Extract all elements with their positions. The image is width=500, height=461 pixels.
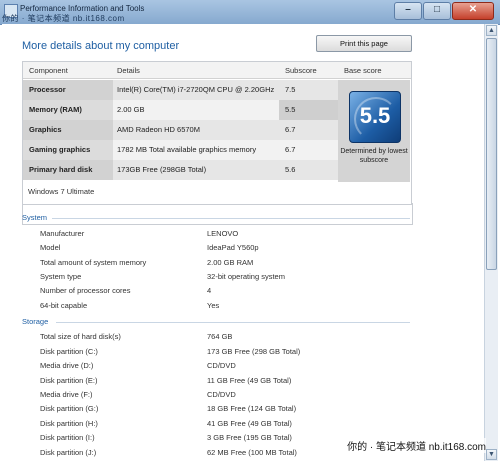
maximize-icon: □ <box>433 4 441 15</box>
component-name: Gaming graphics <box>23 140 113 160</box>
scroll-thumb[interactable] <box>486 38 497 270</box>
property-label: Manufacturer <box>40 229 85 238</box>
property-value: IdeaPad Y560p <box>207 243 259 252</box>
watermark-bottom: 你的 · 笔记本频道 nb.it168.com <box>347 438 486 453</box>
property-value: LENOVO <box>207 229 239 238</box>
property-value: CD/DVD <box>207 361 236 370</box>
wei-score-badge-icon: 5.5 <box>349 91 401 143</box>
component-details: 1782 MB Total available graphics memory <box>113 140 279 160</box>
property-label: Disk partition (J:) <box>40 448 97 457</box>
score-table: Component Details Subscore Base score Pr… <box>22 61 412 205</box>
section-divider <box>52 218 410 219</box>
section-title-system: System <box>22 213 48 222</box>
property-label: Disk partition (I:) <box>40 433 95 442</box>
component-subscore: 6.7 <box>279 120 338 140</box>
property-value: 11 GB Free (49 GB Total) <box>207 376 292 385</box>
component-name: Primary hard disk <box>23 160 113 180</box>
component-subscore: 5.5 <box>279 100 338 120</box>
close-icon: ✕ <box>468 4 478 15</box>
component-name: Graphics <box>23 120 113 140</box>
component-subscore: 5.6 <box>279 160 338 180</box>
section-title-storage: Storage <box>22 317 49 326</box>
section-divider <box>56 322 410 323</box>
property-label: Total size of hard disk(s) <box>40 332 121 341</box>
property-value: 41 GB Free (49 GB Total) <box>207 419 292 428</box>
vertical-scrollbar[interactable]: ▲ ▼ <box>484 24 498 461</box>
property-label: System type <box>40 272 82 281</box>
property-label: Total amount of system memory <box>40 258 147 267</box>
property-value: 173 GB Free (298 GB Total) <box>207 347 301 356</box>
content-pane: More details about my computer Print thi… <box>2 24 484 461</box>
property-label: Media drive (D:) <box>40 361 94 370</box>
property-value: 32-bit operating system <box>207 272 285 281</box>
minimize-button[interactable]: – <box>394 2 422 20</box>
property-label: Number of processor cores <box>40 286 131 295</box>
property-value: 62 MB Free (100 MB Total) <box>207 448 297 457</box>
page-heading: More details about my computer <box>22 40 180 52</box>
header-base-score: Base score <box>338 62 411 79</box>
property-label: Disk partition (E:) <box>40 376 98 385</box>
table-row: Primary hard disk 173GB Free (298GB Tota… <box>23 160 338 180</box>
property-value: 764 GB <box>207 332 233 341</box>
component-details: 173GB Free (298GB Total) <box>113 160 279 180</box>
property-label: Disk partition (H:) <box>40 419 98 428</box>
table-row: Graphics AMD Radeon HD 6570M 6.7 <box>23 120 338 140</box>
header-component: Component <box>23 62 113 79</box>
property-value: Yes <box>207 301 220 310</box>
component-details: 2.00 GB <box>113 100 279 120</box>
component-subscore: 6.7 <box>279 140 338 160</box>
scroll-down-icon[interactable]: ▼ <box>486 449 497 460</box>
close-button[interactable]: ✕ <box>452 2 494 20</box>
minimize-icon: – <box>405 4 411 15</box>
maximize-button[interactable]: □ <box>423 2 451 20</box>
property-label: 64-bit capable <box>40 301 88 310</box>
header-details: Details <box>113 62 279 79</box>
property-label: Media drive (F:) <box>40 390 93 399</box>
table-row: Processor Intel(R) Core(TM) i7-2720QM CP… <box>23 80 338 100</box>
table-row: Gaming graphics 1782 MB Total available … <box>23 140 338 160</box>
property-value: CD/DVD <box>207 390 236 399</box>
property-value: 4 <box>207 286 212 295</box>
component-details: Intel(R) Core(TM) i7-2720QM CPU @ 2.20GH… <box>113 80 279 100</box>
watermark-top: 你的 · 笔记本频道 nb.it168.com <box>2 14 125 23</box>
base-score-box: 5.5 Determined by lowest subscore <box>338 80 410 182</box>
base-score-caption: Determined by lowest subscore <box>340 148 408 164</box>
property-label: Disk partition (C:) <box>40 347 98 356</box>
window-title: Performance Information and Tools <box>20 4 145 13</box>
property-label: Disk partition (G:) <box>40 404 99 413</box>
title-bar: Performance Information and Tools 你的 · 笔… <box>0 0 500 25</box>
property-label: Model <box>40 243 61 252</box>
component-details: AMD Radeon HD 6570M <box>113 120 279 140</box>
table-row: Memory (RAM) 2.00 GB 5.5 <box>23 100 338 120</box>
component-name: Processor <box>23 80 113 100</box>
property-value: 2.00 GB RAM <box>207 258 254 267</box>
os-edition: Windows 7 Ultimate <box>28 187 95 196</box>
property-value: 3 GB Free (195 GB Total) <box>207 433 292 442</box>
print-button[interactable]: Print this page <box>316 35 412 52</box>
property-value: 18 GB Free (124 GB Total) <box>207 404 297 413</box>
os-row <box>22 203 413 225</box>
window-controls: – □ ✕ <box>394 2 494 20</box>
scroll-up-icon[interactable]: ▲ <box>486 25 497 36</box>
component-name: Memory (RAM) <box>23 100 113 120</box>
header-subscore: Subscore <box>279 62 338 79</box>
component-subscore: 7.5 <box>279 80 338 100</box>
base-score-value: 5.5 <box>359 103 391 128</box>
